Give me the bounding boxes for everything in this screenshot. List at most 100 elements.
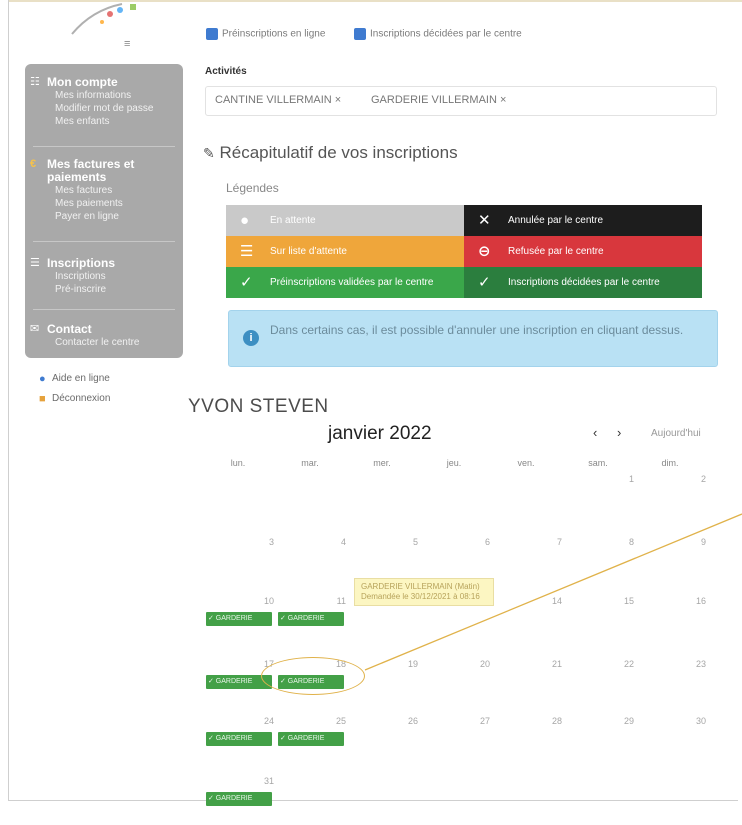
activity-tag-cantine[interactable]: CANTINE VILLERMAIN × (215, 94, 341, 106)
filter-prereg-label: Préinscriptions en ligne (222, 28, 326, 40)
weekday-label: ven. (517, 458, 535, 468)
next-month-button[interactable]: › (617, 425, 621, 440)
day-number[interactable]: 1 (614, 474, 634, 484)
prev-month-button[interactable]: ‹ (593, 425, 597, 440)
sidebar-item-invoices[interactable]: Mes factures (25, 184, 183, 197)
sidebar-group-account: ☷ Mon compte Mes informations Modifier m… (25, 76, 183, 128)
day-number[interactable]: 29 (614, 716, 634, 726)
filter-centre-checkbox[interactable]: Inscriptions décidées par le centre (354, 28, 522, 42)
weekday-label: mer. (373, 458, 391, 468)
calendar-event-garderie[interactable]: ✓ GARDERIE (278, 732, 344, 746)
weekday-label: sam. (588, 458, 608, 468)
window-left-border (8, 0, 9, 800)
legend-waitlist: ☰ Sur liste d'attente (226, 236, 464, 267)
sidebar-registrations-title: Inscriptions (47, 256, 116, 270)
day-number[interactable]: 24 (254, 716, 274, 726)
calendar-month-title: janvier 2022 (328, 423, 432, 444)
sidebar-account-title: Mon compte (47, 75, 118, 89)
sidebar-divider (33, 309, 175, 310)
sidebar-contact-title: Contact (47, 322, 92, 336)
calendar-event-garderie[interactable]: ✓ GARDERIE (206, 792, 272, 806)
menu-toggle-icon[interactable]: ≡ (124, 38, 130, 50)
day-number[interactable]: 26 (398, 716, 418, 726)
clock-icon: ● (240, 212, 250, 229)
sidebar-item-pay-online[interactable]: Payer en ligne (25, 210, 183, 223)
activity-tag-garderie[interactable]: GARDERIE VILLERMAIN × (371, 94, 506, 106)
day-number[interactable]: 10 (254, 596, 274, 606)
weekday-label: jeu. (446, 458, 462, 468)
child-name: YVON STEVEN (188, 396, 329, 417)
help-icon: ● (39, 373, 46, 385)
today-button[interactable]: Aujourd'hui (651, 428, 701, 439)
day-number[interactable]: 9 (686, 537, 706, 547)
info-alert: i Dans certains cas, il est possible d'a… (228, 310, 718, 367)
x-icon: ✕ (478, 212, 491, 229)
day-number[interactable]: 7 (542, 537, 562, 547)
help-label: Aide en ligne (52, 373, 110, 384)
day-number[interactable]: 19 (398, 659, 418, 669)
sidebar-item-my-children[interactable]: Mes enfants (25, 115, 183, 128)
list-icon: ☰ (240, 243, 254, 260)
weekday-label: mar. (301, 458, 319, 468)
day-number[interactable]: 16 (686, 596, 706, 606)
help-link[interactable]: ● Aide en ligne (39, 373, 110, 385)
sidebar-item-payments[interactable]: Mes paiements (25, 197, 183, 210)
day-number[interactable]: 14 (542, 596, 562, 606)
sidebar-item-billing[interactable]: € Mes factures et paiements (25, 158, 167, 184)
day-number[interactable]: 15 (614, 596, 634, 606)
sidebar-item-change-password[interactable]: Modifier mot de passe (25, 102, 183, 115)
day-number[interactable]: 28 (542, 716, 562, 726)
mail-icon: ✉ (30, 323, 40, 335)
calendar-event-garderie[interactable]: ✓ GARDERIE (206, 612, 272, 626)
filter-centre-label: Inscriptions décidées par le centre (370, 28, 522, 40)
day-number[interactable]: 5 (398, 537, 418, 547)
user-icon: ☷ (30, 76, 40, 88)
day-number[interactable]: 11 (326, 596, 346, 606)
sidebar-menu: ☷ Mon compte Mes informations Modifier m… (25, 64, 183, 358)
legend-title: Légendes (226, 181, 279, 195)
day-number[interactable]: 3 (254, 537, 274, 547)
sidebar-item-pre-register[interactable]: Pré-inscrire (25, 283, 183, 296)
pencil-icon: ✎ (203, 145, 215, 161)
sidebar-item-inscriptions[interactable]: Inscriptions (25, 270, 183, 283)
sidebar-group-billing: € Mes factures et paiements Mes factures… (25, 158, 183, 223)
day-number[interactable]: 30 (686, 716, 706, 726)
day-number[interactable]: 21 (542, 659, 562, 669)
info-text: Dans certains cas, il est possible d'ann… (270, 323, 684, 337)
sidebar-item-my-info[interactable]: Mes informations (25, 89, 183, 102)
check-icon: ✓ (478, 274, 491, 291)
sidebar-billing-title: Mes factures et paiements (47, 157, 135, 184)
day-number[interactable]: 25 (326, 716, 346, 726)
day-number[interactable]: 20 (470, 659, 490, 669)
check-icon: ✓ (240, 274, 253, 291)
day-number[interactable]: 4 (326, 537, 346, 547)
day-number[interactable]: 6 (470, 537, 490, 547)
filter-prereg-checkbox[interactable]: Préinscriptions en ligne (206, 28, 325, 42)
day-number[interactable]: 8 (614, 537, 634, 547)
sidebar-item-contact-centre[interactable]: Contacter le centre (25, 336, 183, 349)
checkbox-checked-icon (354, 28, 366, 40)
legend-cancelled-label: Annulée par le centre (508, 215, 604, 226)
window-bottom-border (8, 800, 738, 801)
sidebar-item-registrations[interactable]: ☰ Inscriptions (25, 257, 183, 270)
day-number[interactable]: 23 (686, 659, 706, 669)
legend-refused-label: Refusée par le centre (508, 246, 604, 257)
day-number[interactable]: 27 (470, 716, 490, 726)
activities-select[interactable]: CANTINE VILLERMAIN × GARDERIE VILLERMAIN… (205, 86, 717, 116)
legend-pending: ● En attente (226, 205, 464, 236)
day-number[interactable]: 22 (614, 659, 634, 669)
legend-centre-decided: ✓ Inscriptions décidées par le centre (464, 267, 702, 298)
day-number[interactable]: 31 (254, 776, 274, 786)
logout-link[interactable]: ■ Déconnexion (39, 393, 110, 405)
legend-prereg-validated: ✓ Préinscriptions validées par le centre (226, 267, 464, 298)
legend-centre-decided-label: Inscriptions décidées par le centre (508, 277, 660, 288)
sidebar-divider (33, 241, 175, 242)
day-number[interactable]: 2 (686, 474, 706, 484)
calendar-event-garderie[interactable]: ✓ GARDERIE (278, 612, 344, 626)
sidebar-item-contact[interactable]: ✉ Contact (25, 323, 183, 336)
sidebar-group-contact: ✉ Contact Contacter le centre (25, 323, 183, 349)
checkbox-checked-icon (206, 28, 218, 40)
euro-icon: € (30, 158, 37, 170)
sidebar-item-account[interactable]: ☷ Mon compte (25, 76, 183, 89)
calendar-event-garderie[interactable]: ✓ GARDERIE (206, 732, 272, 746)
